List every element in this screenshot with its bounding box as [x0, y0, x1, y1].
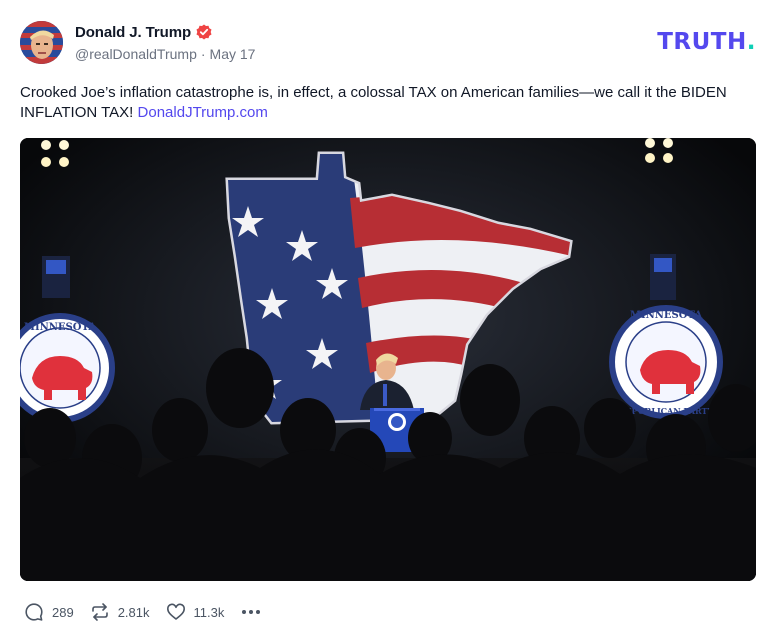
author-name-row: Donald J. Trump [75, 22, 255, 42]
repost-icon [90, 602, 110, 622]
seal-left-text: MINNESOTA [24, 322, 96, 333]
truth-post: Donald J. Trump @realDonaldTrump · May 1… [0, 0, 777, 643]
post-actions: 289 2.81k 11.3k [24, 601, 262, 623]
author-handle[interactable]: @realDonaldTrump [75, 46, 197, 62]
republican-party-seal-right: MINNESOTA REPUBLICAN PARTY [609, 305, 723, 419]
post-link[interactable]: DonaldJTrump.com [138, 104, 268, 121]
reply-count: 289 [52, 604, 74, 620]
more-dot [249, 610, 254, 614]
verified-badge-icon [196, 24, 212, 40]
author-avatar[interactable] [20, 21, 63, 64]
comment-icon [24, 602, 44, 622]
post-meta: @realDonaldTrump · May 17 [75, 46, 255, 62]
repost-action[interactable]: 2.81k [90, 602, 150, 622]
post-image[interactable]: MINNESOTA MINNESOTA REPUBLICAN PARTY [20, 138, 756, 581]
author-name[interactable]: Donald J. Trump [75, 24, 191, 41]
more-dot [242, 610, 247, 614]
seal-right-text: MINNESOTA [630, 310, 702, 321]
repost-count: 2.81k [117, 604, 150, 620]
reply-action[interactable]: 289 [24, 602, 74, 622]
like-action[interactable]: 11.3k [166, 602, 225, 622]
meta-separator: · [200, 46, 206, 62]
heart-icon [166, 602, 186, 622]
republican-party-seal-left: MINNESOTA [20, 313, 115, 423]
more-options-icon[interactable] [240, 602, 262, 622]
author-block: Donald J. Trump @realDonaldTrump · May 1… [75, 22, 255, 63]
post-date[interactable]: May 17 [210, 46, 256, 62]
truth-logo[interactable]: TRUTH. [657, 30, 756, 54]
more-dot [256, 610, 261, 614]
post-body: Crooked Joe’s inflation catastrophe is, … [20, 84, 727, 121]
truth-logo-word: TRUTH [657, 29, 747, 55]
truth-logo-dot: . [746, 29, 756, 55]
post-text: Crooked Joe’s inflation catastrophe is, … [20, 83, 740, 123]
like-count: 11.3k [193, 604, 225, 620]
